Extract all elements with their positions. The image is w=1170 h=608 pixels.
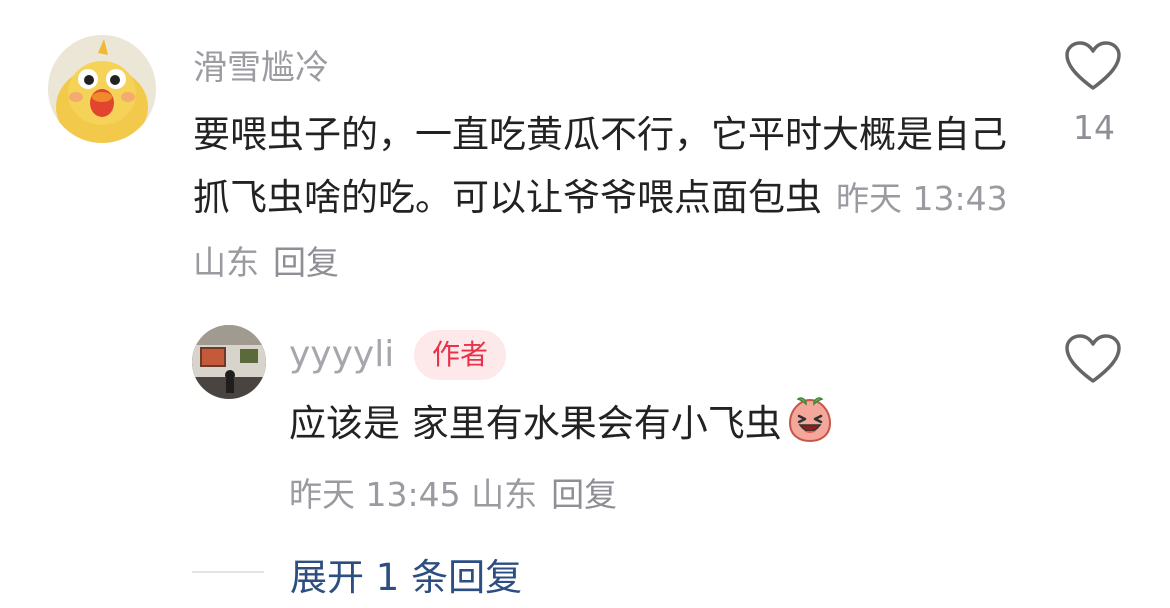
laughing-peach-emoji-icon — [786, 396, 834, 444]
reply-body: 应该是 家里有水果会有小飞虫 — [289, 396, 834, 452]
reply-like-button[interactable] — [1064, 333, 1122, 385]
reply-username[interactable]: yyyyli — [289, 334, 394, 375]
avatar[interactable] — [48, 35, 156, 143]
like-button[interactable] — [1064, 40, 1122, 92]
reply-avatar[interactable] — [192, 325, 266, 399]
like-count: 14 — [1073, 108, 1115, 147]
expand-replies-button[interactable]: 展开 1 条回复 — [290, 547, 522, 601]
comment-username[interactable]: 滑雪尴冷 — [193, 40, 329, 89]
heart-icon — [1065, 334, 1121, 383]
reply-text: 应该是 家里有水果会有小飞虫 — [289, 402, 782, 445]
comment-reply-button[interactable]: 回复 — [273, 243, 339, 282]
heart-icon — [1065, 41, 1121, 90]
divider — [192, 571, 264, 573]
yellow-chick-avatar-icon — [48, 35, 156, 143]
reply-meta-row: 昨天 13:45 山东 回复 — [289, 468, 617, 516]
comment-body: 要喂虫子的，一直吃黄瓜不行，它平时大概是自己抓飞虫啥的吃。可以让爷爷喂点面包虫昨… — [193, 103, 1013, 294]
reply-meta: 昨天 13:45 山东 — [289, 475, 538, 514]
author-badge: 作者 — [414, 330, 507, 380]
reply-reply-button[interactable]: 回复 — [551, 475, 617, 514]
gallery-photo-avatar-icon — [192, 325, 266, 399]
